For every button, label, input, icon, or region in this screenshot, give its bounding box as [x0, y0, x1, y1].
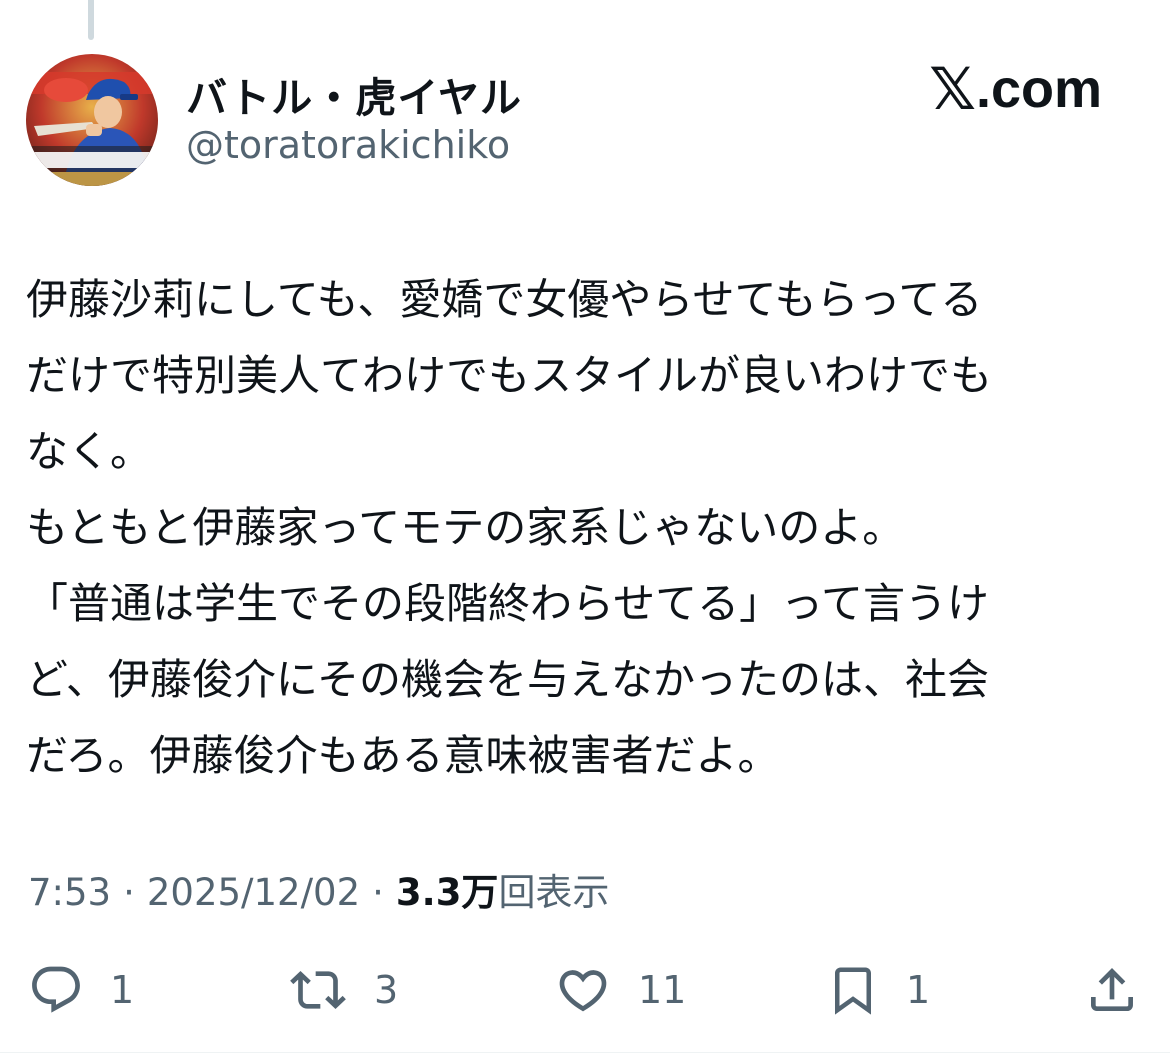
bookmark-icon: [835, 967, 871, 1015]
meta-separator: ·: [372, 871, 384, 914]
reply-count: 1: [110, 968, 135, 1012]
views-count: 3.3万: [395, 871, 499, 914]
author-handle[interactable]: @toratorakichiko: [186, 123, 510, 167]
avatar[interactable]: [26, 54, 158, 186]
author-display-name[interactable]: バトル・虎イヤル: [186, 64, 522, 124]
tweet-text-line: もともと伊藤家ってモテの家系じゃないのよ。: [26, 503, 905, 552]
meta-separator: ·: [123, 871, 135, 914]
brand-domain-text: .com: [975, 59, 1102, 119]
tweet-text-line: 「普通は学生でその段階終わらせてる」って言うけ: [26, 579, 990, 628]
like-button[interactable]: 11: [554, 960, 686, 1020]
share-button[interactable]: [1084, 960, 1140, 1020]
avatar-baseball-player-icon: [26, 54, 158, 186]
thread-connector-line: [88, 0, 94, 40]
retweet-count: 3: [374, 968, 399, 1012]
tweet-date[interactable]: 2025/12/02: [147, 871, 360, 914]
divider: [0, 1052, 1170, 1053]
tweet-time[interactable]: 7:53: [28, 871, 111, 914]
bookmark-button[interactable]: 1: [826, 960, 930, 1020]
tweet-text-line: 伊藤沙莉にしても、愛嬌で女優やらせてもらってる: [26, 275, 983, 324]
retweet-icon: [290, 971, 346, 1009]
tweet-text-line: ど、伊藤俊介にその機会を与えなかったのは、社会: [26, 655, 990, 704]
like-count: 11: [638, 968, 687, 1012]
x-com-brand: 𝕏 .com: [929, 60, 1102, 118]
tweet-text: 伊藤沙莉にしても、愛嬌で女優やらせてもらってる だけで特別美人てわけでもスタイル…: [26, 262, 1136, 794]
x-logo-icon: 𝕏: [929, 55, 976, 123]
views-label: 回表示: [498, 871, 610, 914]
tweet-text-line: だけで特別美人てわけでもスタイルが良いわけでも: [26, 351, 993, 400]
reply-icon: [32, 966, 80, 1013]
tweet-meta: 7:53 · 2025/12/02 · 3.3万回表示: [28, 862, 609, 916]
heart-icon: [559, 970, 607, 1012]
bookmark-count: 1: [906, 968, 931, 1012]
tweet-actions: 1 3 11 1: [28, 960, 1144, 1020]
retweet-button[interactable]: 3: [288, 960, 398, 1020]
reply-button[interactable]: 1: [28, 960, 134, 1020]
share-icon: [1091, 968, 1133, 1011]
tweet-text-line: だろ。伊藤俊介もある意味被害者だよ。: [26, 731, 780, 780]
tweet-text-line: なく。: [26, 427, 153, 476]
